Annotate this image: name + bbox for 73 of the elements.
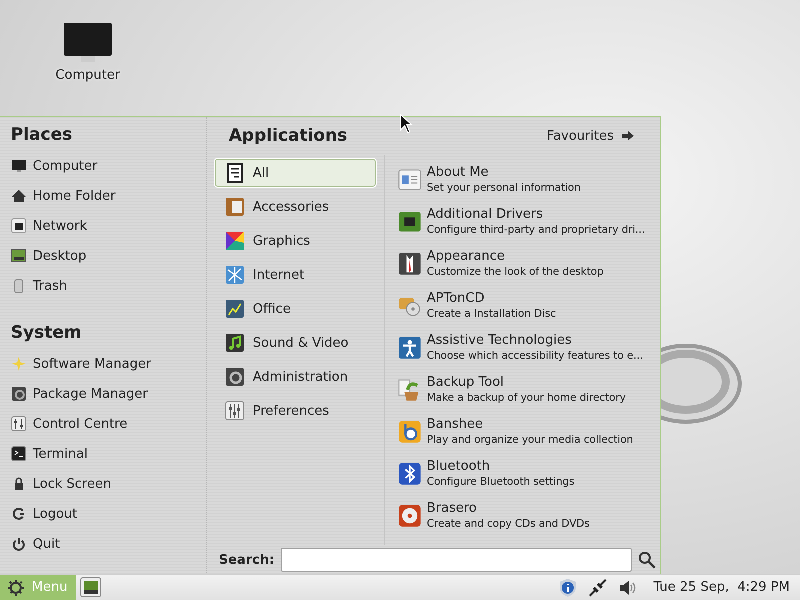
app-name[interactable]: Bluetooth	[427, 459, 575, 475]
app-name[interactable]: Additional Drivers	[427, 207, 646, 223]
app-description: Set your personal information	[427, 181, 581, 195]
person-icon	[397, 335, 423, 361]
desktop-icon	[11, 248, 27, 264]
category-item[interactable]: Accessories	[215, 193, 376, 221]
app-description: Customize the look of the desktop	[427, 265, 604, 279]
system-item[interactable]: Software Manager	[11, 349, 206, 379]
logout-icon	[11, 506, 27, 522]
app-description: Play and organize your media collection	[427, 433, 634, 447]
show-desktop-icon[interactable]	[80, 577, 102, 598]
places-item[interactable]: Desktop	[11, 241, 206, 271]
bluetooth-icon	[397, 461, 423, 487]
chart-icon	[225, 299, 245, 319]
system-item[interactable]: Control Centre	[11, 409, 206, 439]
media-player-icon	[397, 419, 423, 445]
app-description: Choose which accessibility features to e...	[427, 349, 644, 363]
app-name[interactable]: Assistive Technologies	[427, 333, 644, 349]
terminal-icon	[11, 446, 27, 462]
app-name[interactable]: APTonCD	[427, 291, 556, 307]
cursor-icon	[400, 114, 413, 134]
app-name[interactable]: About Me	[427, 165, 581, 181]
arrow-icon	[622, 130, 634, 142]
search-label: Search:	[219, 552, 275, 568]
color-wheel-icon	[225, 231, 245, 251]
sliders-icon	[11, 416, 27, 432]
app-description: Create and copy CDs and DVDs	[427, 517, 590, 531]
category-item[interactable]: Sound & Video	[215, 329, 376, 357]
app-description: Create a Installation Disc	[427, 307, 556, 321]
document-icon	[225, 163, 245, 183]
clock[interactable]: Tue 25 Sep, 4:29 PM	[654, 580, 790, 595]
app-name[interactable]: Brasero	[427, 501, 590, 517]
network-plug-icon[interactable]	[588, 578, 608, 598]
sliders-icon	[225, 401, 245, 421]
app-name[interactable]: Backup Tool	[427, 375, 626, 391]
desktop-icon-label[interactable]: Computer	[56, 68, 120, 83]
power-icon	[11, 536, 27, 552]
category-item[interactable]: Office	[215, 295, 376, 323]
category-item[interactable]: Preferences	[215, 397, 376, 425]
shield-info-icon[interactable]	[558, 578, 578, 598]
contact-card-icon	[397, 167, 423, 193]
section-heading: Places	[11, 125, 74, 147]
section-heading: System	[11, 323, 83, 345]
star-icon	[11, 356, 27, 372]
section-heading: Applications	[229, 126, 348, 146]
app-description: Configure Bluetooth settings	[427, 475, 575, 489]
volume-icon[interactable]	[618, 578, 638, 596]
system-item[interactable]: Terminal	[11, 439, 206, 469]
category-item[interactable]: All	[215, 159, 376, 187]
places-item[interactable]: Network	[11, 211, 206, 241]
places-item[interactable]: Home Folder	[11, 181, 206, 211]
places-item[interactable]: Trash	[11, 271, 206, 301]
app-name[interactable]: Banshee	[427, 417, 634, 433]
system-item[interactable]: Logout	[11, 499, 206, 529]
monitor-icon	[11, 158, 27, 174]
music-note-icon	[225, 333, 245, 353]
favourites-button[interactable]: Favourites	[547, 128, 634, 144]
monitor-icon[interactable]	[63, 22, 113, 64]
search-icon[interactable]	[638, 551, 656, 569]
network-socket-icon	[11, 218, 27, 234]
app-name[interactable]: Appearance	[427, 249, 604, 265]
category-item[interactable]: Internet	[215, 261, 376, 289]
category-item[interactable]: Administration	[215, 363, 376, 391]
places-item[interactable]: Computer	[11, 151, 206, 181]
system-item[interactable]: Package Manager	[11, 379, 206, 409]
suit-icon	[397, 251, 423, 277]
category-item[interactable]: Graphics	[215, 227, 376, 255]
house-icon	[11, 188, 27, 204]
app-description: Make a backup of your home directory	[427, 391, 626, 405]
system-item[interactable]: Lock Screen	[11, 469, 206, 499]
app-description: Configure third-party and proprietary dri...	[427, 223, 646, 237]
search-field[interactable]	[280, 548, 632, 572]
system-item[interactable]: Quit	[11, 529, 206, 559]
